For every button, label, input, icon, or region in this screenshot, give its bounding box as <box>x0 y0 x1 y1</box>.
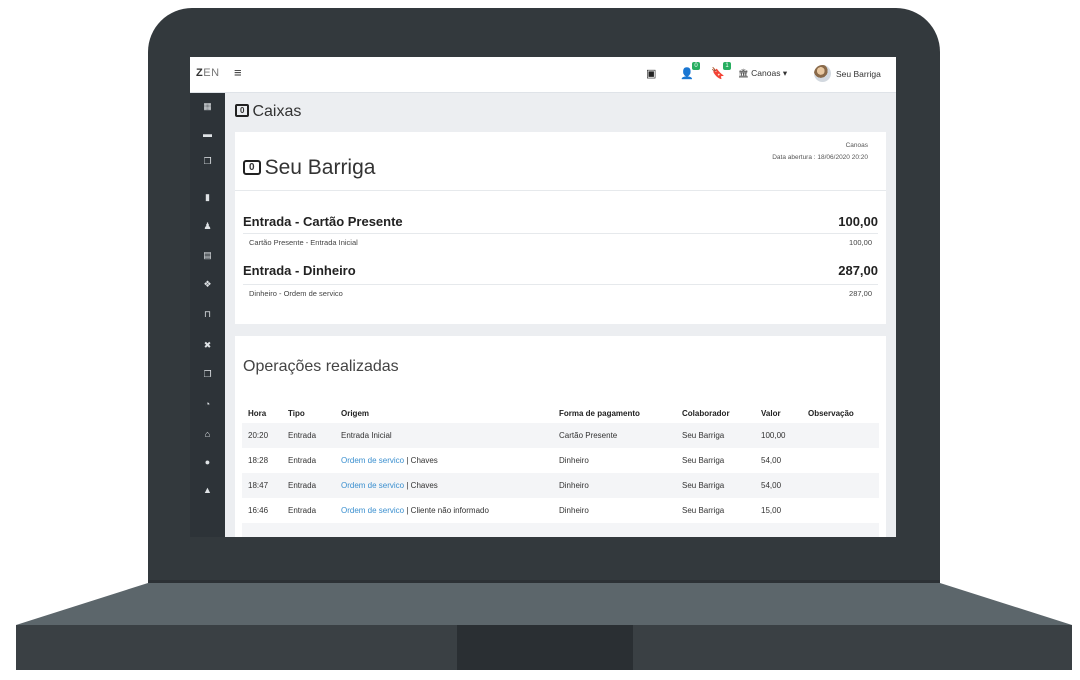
entry-line: Dinheiro - Ordem de servico <box>249 289 343 298</box>
top-navbar: ZEN ≡ ▣ 👤 0 🔖 1 🏛 Canoas ▾ Seu Barriga <box>190 57 896 93</box>
cell-tipo: Entrada <box>288 456 317 465</box>
screen: ZEN ≡ ▣ 👤 0 🔖 1 🏛 Canoas ▾ Seu Barriga ▦ ▬… <box>190 57 896 537</box>
bank-icon: 🏛 <box>738 68 749 78</box>
origin-link[interactable]: Ordem de servico <box>341 481 404 490</box>
sidebar: ▦ ▬ ❐ ▮ ♟ ▤ ❖ ⊓ ✖ ❐ ◔ ⌂ ● ▲ <box>190 93 225 537</box>
entry-total: 287,00 <box>838 263 878 278</box>
info-icon[interactable]: ● <box>190 457 225 467</box>
copy-icon[interactable]: ❐ <box>190 156 225 167</box>
column-header-hora: Hora <box>248 409 267 418</box>
bookmarks-badge: 1 <box>723 62 731 70</box>
dashboard-icon[interactable]: ◔ <box>190 399 225 409</box>
table-row <box>242 523 879 537</box>
column-header-forma: Forma de pagamento <box>559 409 640 418</box>
operations-title: Operações realizadas <box>243 358 399 375</box>
column-header-valor: Valor <box>761 409 781 418</box>
main-content: 0 Caixas 0 Seu Barriga Canoas Data abertur… <box>225 93 896 537</box>
column-header-observacao: Observação <box>808 409 854 418</box>
divider <box>243 284 878 285</box>
user-icon[interactable]: ♟ <box>190 221 225 232</box>
copy-icon[interactable]: ❐ <box>190 369 225 380</box>
notifications-badge: 0 <box>692 62 700 70</box>
cell-colaborador: Seu Barriga <box>682 506 725 515</box>
money-icon: 0 <box>235 104 250 117</box>
cell-forma: Cartão Presente <box>559 431 618 440</box>
app-logo[interactable]: ZEN <box>196 67 220 79</box>
cell-forma: Dinheiro <box>559 456 589 465</box>
cell-valor: 54,00 <box>761 456 782 465</box>
cell-colaborador: Seu Barriga <box>682 456 725 465</box>
cashier-opened: Data abertura : 18/06/2020 20:20 <box>772 154 868 161</box>
page-title: 0 Caixas <box>235 103 301 121</box>
cell-tipo: Entrada <box>288 481 317 490</box>
user-name[interactable]: Seu Barriga <box>836 69 881 79</box>
cell-hora: 18:28 <box>248 456 269 465</box>
cell-origem: Ordem de servico | Cliente não informado <box>341 506 489 515</box>
cell-valor: 15,00 <box>761 506 782 515</box>
entry-total: 100,00 <box>838 214 878 229</box>
table-row: 18:28 Entrada Ordem de servico | Chaves … <box>242 448 879 473</box>
cell-forma: Dinheiro <box>559 506 589 515</box>
cell-forma: Dinheiro <box>559 481 589 490</box>
cell-hora: 18:47 <box>248 481 269 490</box>
cell-origem: Ordem de servico | Chaves <box>341 456 438 465</box>
cell-colaborador: Seu Barriga <box>682 481 725 490</box>
tools-icon[interactable]: ✖ <box>190 340 225 351</box>
entry-line-value: 100,00 <box>849 238 872 247</box>
cell-valor: 100,00 <box>761 431 786 440</box>
origin-link[interactable]: Ordem de servico <box>341 506 404 515</box>
cashier-name: 0 Seu Barriga <box>243 156 375 180</box>
entry-line-value: 287,00 <box>849 289 872 298</box>
cell-origem: Ordem de servico | Chaves <box>341 481 438 490</box>
divider <box>243 233 878 234</box>
cash-icon[interactable]: ▣ <box>646 67 656 80</box>
money-icon[interactable]: ▬ <box>190 129 225 139</box>
bookmark-icon[interactable]: ▮ <box>190 192 225 203</box>
cell-colaborador: Seu Barriga <box>682 431 725 440</box>
laptop-base-top <box>16 583 1072 625</box>
column-header-origem: Origem <box>341 409 370 418</box>
cell-origem: Entrada Inicial <box>341 431 392 440</box>
entry-line: Cartão Presente - Entrada Inicial <box>249 238 358 247</box>
location-dropdown[interactable]: 🏛 Canoas ▾ <box>738 68 787 79</box>
cell-hora: 20:20 <box>248 431 269 440</box>
cell-valor: 54,00 <box>761 481 782 490</box>
table-row: 16:46 Entrada Ordem de servico | Cliente… <box>242 498 879 523</box>
calendar-icon[interactable]: ▦ <box>190 101 225 112</box>
column-header-tipo: Tipo <box>288 409 305 418</box>
operations-card: Operações realizadas Hora Tipo Origem Fo… <box>235 336 886 537</box>
origin-link[interactable]: Ordem de servico <box>341 456 404 465</box>
bookmark-icon[interactable]: 🔖 1 <box>711 62 731 80</box>
column-header-colaborador: Colaborador <box>682 409 730 418</box>
notifications-icon[interactable]: 👤 0 <box>680 62 700 80</box>
hamburger-icon[interactable]: ≡ <box>234 65 242 80</box>
building-icon[interactable]: ▤ <box>190 250 225 261</box>
entry-title: Entrada - Cartão Presente <box>243 214 403 229</box>
cell-hora: 16:46 <box>248 506 269 515</box>
money-icon: 0 <box>243 160 261 175</box>
cashier-card: 0 Seu Barriga Canoas Data abertura : 18/0… <box>235 132 886 324</box>
cubes-icon[interactable]: ❖ <box>190 279 225 290</box>
laptop-notch <box>457 625 633 670</box>
table-row: 20:20 Entrada Entrada Inicial Cartão Pre… <box>242 423 879 448</box>
table-row: 18:47 Entrada Ordem de servico | Chaves … <box>242 473 879 498</box>
bank-icon[interactable]: ⌂ <box>190 429 225 439</box>
cell-tipo: Entrada <box>288 506 317 515</box>
avatar[interactable] <box>814 65 831 82</box>
flask-icon[interactable]: ⊓ <box>190 309 225 320</box>
lock-icon[interactable]: ▲ <box>190 485 225 495</box>
divider <box>235 190 886 191</box>
cashier-branch: Canoas <box>845 142 868 149</box>
entry-title: Entrada - Dinheiro <box>243 263 356 278</box>
location-label: Canoas <box>751 68 781 78</box>
cell-tipo: Entrada <box>288 431 317 440</box>
